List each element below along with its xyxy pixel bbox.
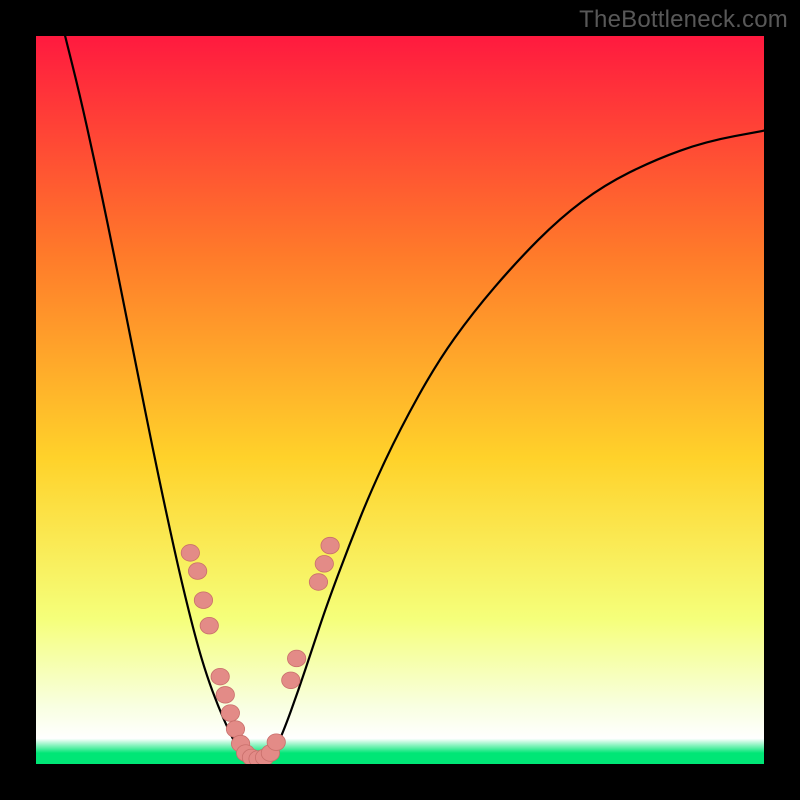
data-marker (188, 563, 206, 580)
data-marker (216, 687, 234, 704)
plot-area (36, 36, 764, 764)
watermark-text: TheBottleneck.com (579, 6, 788, 34)
data-marker (211, 668, 229, 685)
data-marker (309, 574, 327, 591)
data-marker (226, 721, 244, 738)
data-marker (200, 617, 218, 634)
data-marker (282, 672, 300, 689)
data-marker (321, 537, 339, 554)
gradient-background (36, 36, 764, 764)
data-marker (181, 545, 199, 562)
data-marker (287, 650, 305, 667)
data-marker (315, 556, 333, 573)
chart-svg (36, 36, 764, 764)
chart-frame: TheBottleneck.com (0, 0, 800, 800)
data-marker (221, 705, 239, 722)
data-marker (267, 734, 285, 751)
data-marker (194, 592, 212, 609)
